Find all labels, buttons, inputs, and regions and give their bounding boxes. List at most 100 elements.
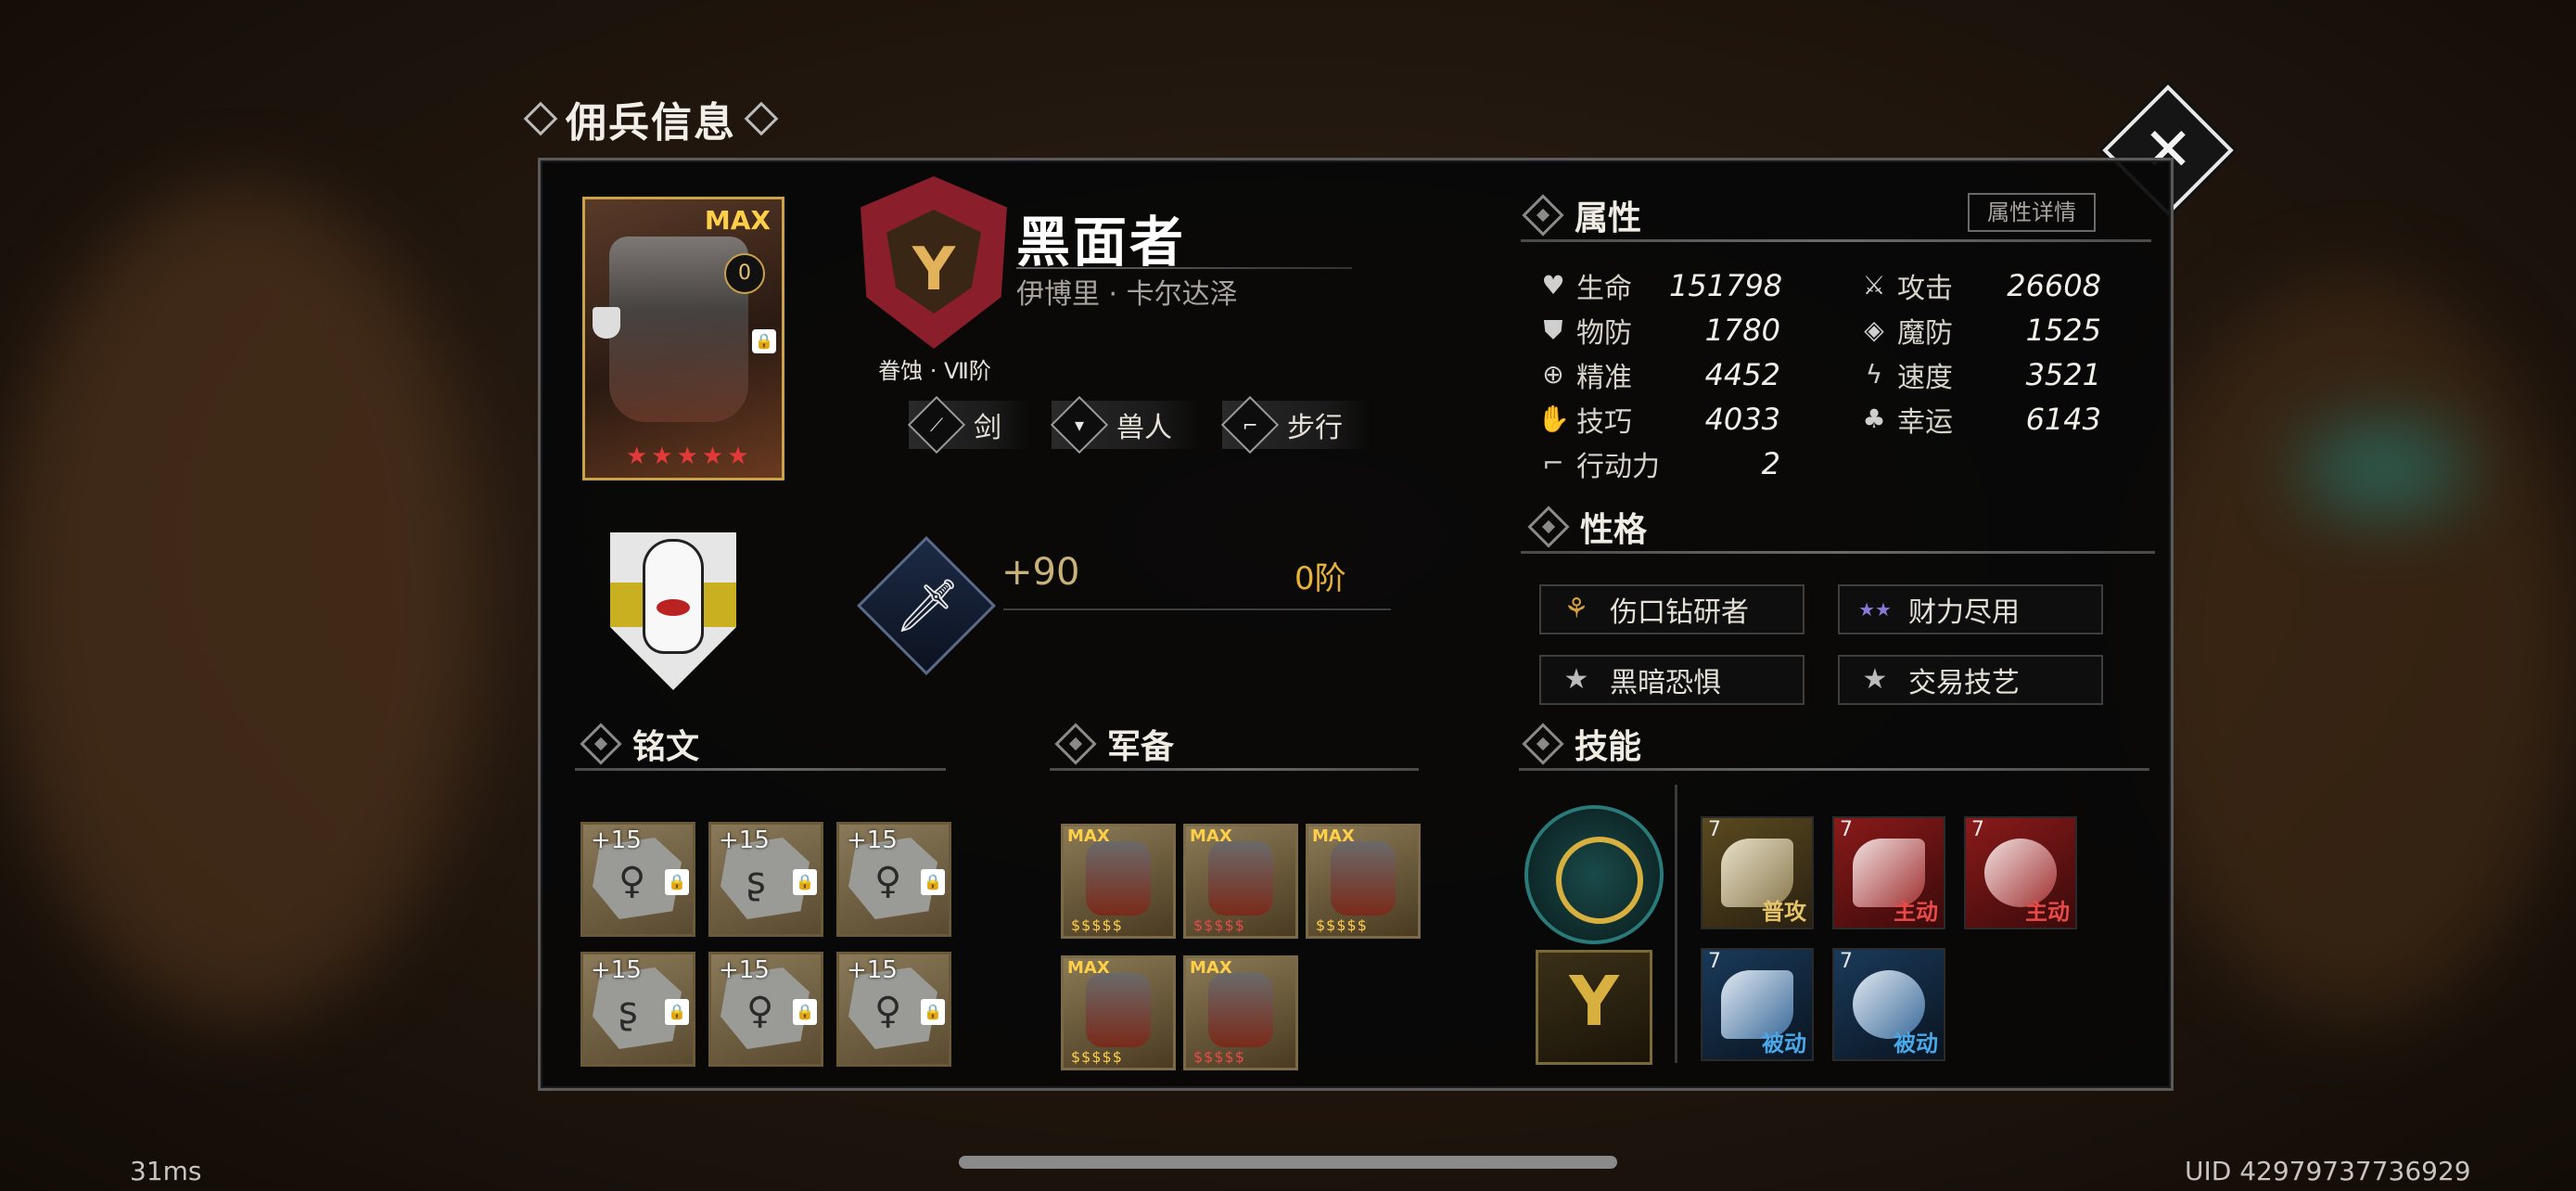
background-left xyxy=(0,186,482,1020)
gauntlet-icon xyxy=(1208,973,1273,1047)
faction-skill[interactable]: Y xyxy=(1536,950,1652,1065)
section-diamond-icon xyxy=(580,723,622,765)
weapon-divider xyxy=(1003,608,1391,610)
equipment-slot-helmet[interactable]: MAX $$$$$ xyxy=(1061,824,1176,939)
skills-divider xyxy=(1675,785,1677,1063)
star-icon: ★ xyxy=(1563,663,1589,696)
card-level-badge: 0 xyxy=(724,253,765,294)
boot-icon: ⌐ xyxy=(1542,448,1564,479)
stat-technique: ✋ 技巧 4033 xyxy=(1537,402,1780,439)
helmet-icon xyxy=(1086,841,1151,916)
skill-passive-2[interactable]: 7 被动 xyxy=(1832,948,1945,1061)
card-max-badge: MAX xyxy=(704,205,771,236)
attributes-header: 属性 xyxy=(1522,191,1641,239)
character-card[interactable]: MAX 0 🔒 ★★★★★ xyxy=(582,197,784,480)
lock-icon: 🔒 xyxy=(921,999,945,1025)
stat-attack: ⚔ 攻击 26608 xyxy=(1858,267,2101,305)
triquetra-icon: ⚘ xyxy=(1563,593,1589,625)
inscription-slot-3[interactable]: ♀ +15 🔒 xyxy=(836,822,951,937)
rune-icon: ♀ xyxy=(874,860,902,903)
stat-hp: ♥ 生命 151798 xyxy=(1537,267,1782,305)
title-ornament-right-icon xyxy=(744,101,779,136)
crest-emblem-icon: Y xyxy=(912,236,956,304)
inscription-slot-1[interactable]: ♀ +15 🔒 xyxy=(580,822,695,937)
card-stars: ★★★★★ xyxy=(626,442,753,470)
shield-icon: ⛊ xyxy=(1543,314,1563,345)
equipment-slot-legs[interactable]: MAX $$$$$ xyxy=(1061,955,1176,1070)
weapon-tier: 0阶 xyxy=(1294,560,1346,597)
section-diamond-icon xyxy=(1527,506,1570,548)
skill-passive-1[interactable]: 7 被动 xyxy=(1701,948,1814,1061)
tag-beastman[interactable]: ▾ 兽人 xyxy=(1050,395,1200,455)
inscription-slot-5[interactable]: ♀ +15 🔒 xyxy=(708,952,823,1067)
sword-icon: 🗡 xyxy=(894,576,961,636)
crest-emblem-icon: Y xyxy=(1569,962,1619,1042)
equipment-slot-shoulder[interactable]: MAX $$$$$ xyxy=(1183,824,1298,939)
hand-icon xyxy=(645,542,701,651)
equipment-header: 军备 xyxy=(1054,720,1174,768)
stat-magic-defense: ◈ 魔防 1525 xyxy=(1858,312,2101,350)
inscriptions-header: 铭文 xyxy=(580,720,699,768)
equipment-slot-chest[interactable]: MAX $$$$$ xyxy=(1306,824,1421,939)
attribute-details-button[interactable]: 属性详情 xyxy=(1968,193,2096,232)
stat-speed: ϟ 速度 3521 xyxy=(1858,356,2101,394)
stat-action-points: ⌐ 行动力 2 xyxy=(1537,445,1780,483)
crosshair-icon: ⊕ xyxy=(1542,359,1564,390)
section-diamond-icon xyxy=(1522,723,1564,765)
eye-icon xyxy=(657,599,690,616)
lock-icon: 🔒 xyxy=(665,869,689,895)
section-diamond-icon xyxy=(1522,194,1564,237)
personality-header: 性格 xyxy=(1527,503,1647,551)
sword-icon: ⟋ xyxy=(907,395,966,455)
trait-wound-researcher[interactable]: ⚘ 伤口钻研者 xyxy=(1539,584,1804,634)
shoulder-armor-icon xyxy=(1208,841,1273,916)
class-skill-wheel[interactable] xyxy=(1524,805,1664,944)
equipment-slot-gauntlet[interactable]: MAX $$$$$ xyxy=(1183,955,1298,1070)
boot-icon: ⌐ xyxy=(1220,395,1280,455)
rune-icon: ♀ xyxy=(746,990,774,1032)
stat-physical-defense: ⛊ 物防 1780 xyxy=(1537,312,1780,350)
skill-active-2[interactable]: 7 主动 xyxy=(1964,816,2077,929)
fang-icon: ▾ xyxy=(1050,395,1109,455)
character-subtitle: 伊博里 · 卡尔达泽 xyxy=(1016,278,1238,311)
inscription-slot-4[interactable]: ʂ +15 🔒 xyxy=(580,952,695,1067)
skill-active-1[interactable]: 7 主动 xyxy=(1832,816,1945,929)
character-name: 黑面者 xyxy=(1016,211,1187,274)
lock-icon: 🔒 xyxy=(793,869,817,895)
wheel-icon xyxy=(1556,837,1643,924)
heart-icon: ♥ xyxy=(1541,270,1565,301)
home-indicator[interactable] xyxy=(959,1156,1617,1169)
skill-basic-attack[interactable]: 7 普攻 xyxy=(1701,816,1814,929)
lock-icon: 🔒 xyxy=(752,329,776,353)
crossed-swords-icon: ⚔ xyxy=(1862,270,1886,301)
chest-armor-icon xyxy=(1331,841,1396,916)
rune-icon: ♀ xyxy=(618,860,646,903)
lock-icon: 🔒 xyxy=(665,999,689,1025)
tag-sword[interactable]: ⟋ 剑 xyxy=(907,395,1029,455)
skills-header: 技能 xyxy=(1522,720,1641,768)
window-title-bar: 佣兵信息 xyxy=(523,91,779,147)
background-right xyxy=(2133,278,2576,1020)
trait-fear-of-dark[interactable]: ★ 黑暗恐惧 xyxy=(1539,655,1804,705)
trait-wealth-use[interactable]: ★★ 财力尽用 xyxy=(1838,584,2103,634)
rune-icon: ʂ xyxy=(618,990,638,1032)
trait-trade-skill[interactable]: ★ 交易技艺 xyxy=(1838,655,2103,705)
inscription-slot-6[interactable]: ♀ +15 🔒 xyxy=(836,952,951,1067)
clover-icon: ♣ xyxy=(1862,403,1886,434)
trait-tags: ⟋ 剑 ▾ 兽人 ⌐ 步行 xyxy=(907,395,1371,455)
title-ornament-left-icon xyxy=(523,101,558,136)
section-diamond-icon xyxy=(1054,723,1097,765)
window-title: 佣兵信息 xyxy=(566,99,736,147)
shield-icon xyxy=(593,307,620,339)
speed-icon: ϟ xyxy=(1865,359,1883,390)
lock-icon: 🔒 xyxy=(921,869,945,895)
lock-icon: 🔒 xyxy=(793,999,817,1025)
leg-armor-icon xyxy=(1086,973,1151,1047)
magic-shield-icon: ◈ xyxy=(1864,314,1884,345)
star-icon: ★ xyxy=(1862,663,1888,696)
four-stars-icon: ★★ xyxy=(1858,598,1892,621)
inscription-slot-2[interactable]: ʂ +15 🔒 xyxy=(708,822,823,937)
latency-readout: 31ms xyxy=(130,1156,202,1186)
tag-infantry[interactable]: ⌐ 步行 xyxy=(1220,395,1371,455)
stat-accuracy: ⊕ 精准 4452 xyxy=(1537,356,1780,394)
